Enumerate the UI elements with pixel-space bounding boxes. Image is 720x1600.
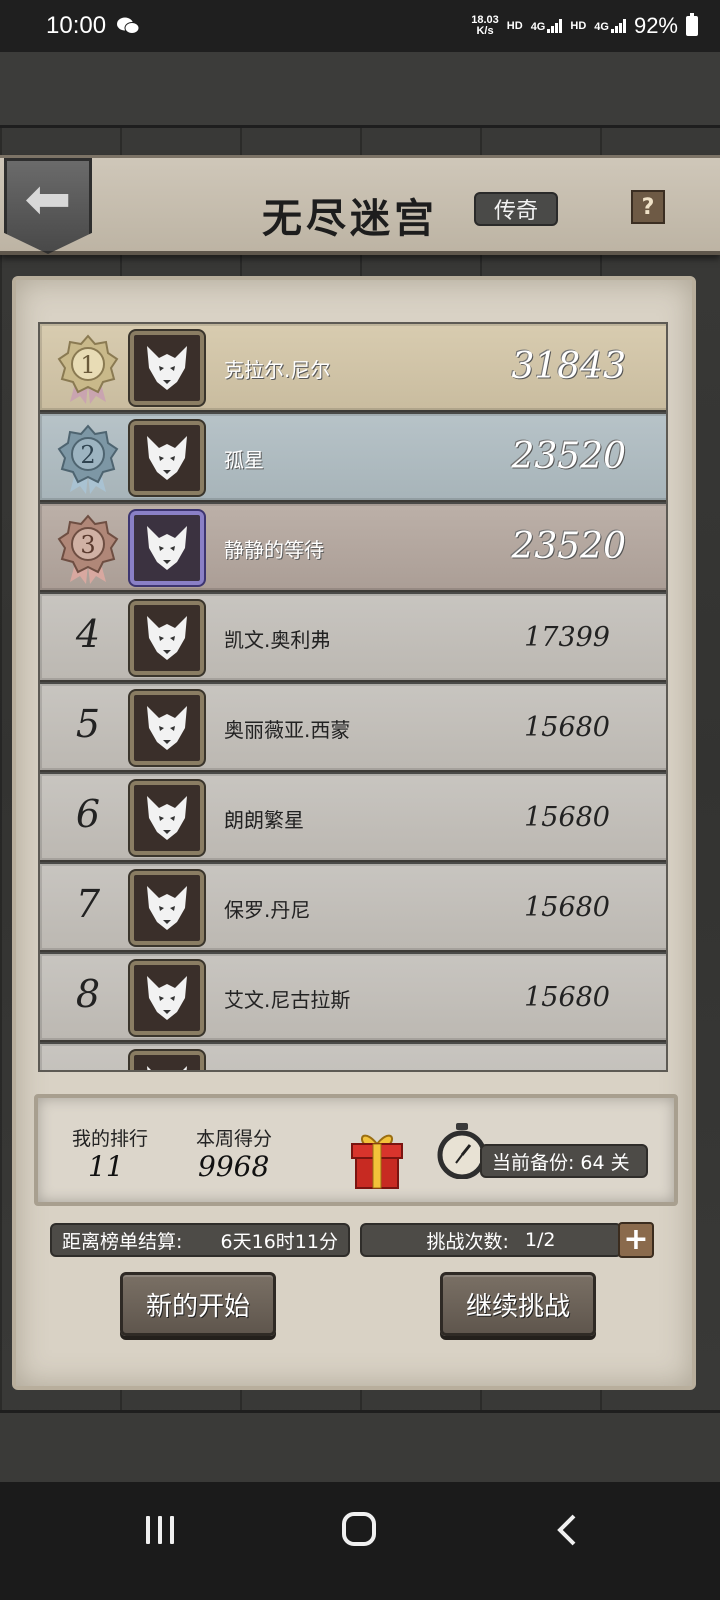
avatar[interactable]: [130, 331, 204, 405]
avatar[interactable]: [130, 421, 204, 495]
svg-text:2: 2: [80, 441, 95, 469]
leaderboard-row[interactable]: 6 朗朗繁星 15680: [40, 774, 666, 862]
wolf-icon: [147, 976, 187, 1020]
player-score: 15680: [524, 712, 610, 743]
wolf-icon: [147, 436, 187, 480]
weekly-score-label: 本周得分: [196, 1128, 273, 1150]
avatar[interactable]: [130, 691, 204, 765]
avatar[interactable]: [130, 1051, 204, 1070]
hd-indicator-2: HD: [570, 20, 587, 32]
signal-icon: 4G: [531, 19, 563, 33]
player-name: 克拉尔.尼尔: [224, 358, 331, 382]
player-score: 15680: [524, 892, 610, 923]
player-score: 15680: [524, 802, 610, 833]
settlement-countdown: 距离榜单结算: 6天16时11分: [50, 1223, 350, 1257]
countdown-value: 6天16时11分: [220, 1230, 338, 1253]
backup-value: 64 关: [580, 1151, 630, 1174]
new-start-button[interactable]: 新的开始: [120, 1272, 276, 1336]
my-rank-value: 11: [88, 1150, 124, 1183]
avatar[interactable]: [130, 871, 204, 945]
avatar[interactable]: [130, 961, 204, 1035]
tries-label: 挑战次数:: [426, 1230, 509, 1253]
difficulty-badge[interactable]: 传奇: [474, 192, 558, 226]
bronze-medal-icon: 3: [57, 514, 119, 584]
player-name: 朗朗繁星: [224, 808, 304, 832]
nav-back-icon[interactable]: [548, 1510, 588, 1550]
add-tries-button[interactable]: +: [618, 1222, 654, 1258]
avatar[interactable]: [130, 601, 204, 675]
battery-percent: 92%: [633, 13, 678, 38]
bottom-plank: [0, 1410, 720, 1482]
leaderboard-row[interactable]: 5 奥丽薇亚.西蒙 15680: [40, 684, 666, 772]
status-time: 10:00: [46, 12, 107, 39]
player-name: 孤星: [224, 448, 264, 472]
backup-label: 当前备份:: [492, 1151, 575, 1174]
player-score: 31843: [511, 346, 626, 387]
status-bar: 10:00 18.03 K/s HD 4G HD 4G 92%: [0, 0, 720, 52]
status-icons: 18.03 K/s HD 4G HD 4G 92%: [471, 13, 698, 39]
player-name: 静静的等待: [224, 538, 324, 562]
weekly-score-value: 9968: [198, 1150, 270, 1183]
svg-text:1: 1: [80, 351, 95, 379]
wolf-icon: [147, 616, 187, 660]
gold-medal-icon: 1: [57, 334, 119, 404]
avatar[interactable]: [130, 511, 204, 585]
player-score: 23520: [511, 436, 626, 477]
signal-icon-2: 4G: [594, 19, 626, 33]
svg-text:3: 3: [80, 531, 95, 559]
home-icon[interactable]: [342, 1512, 376, 1546]
wolf-icon: [147, 526, 187, 570]
rank-number: 8: [75, 972, 101, 1016]
leaderboard-row[interactable]: 8 艾文.尼古拉斯 15680: [40, 954, 666, 1042]
battery-icon: [686, 13, 698, 36]
hd-indicator: HD: [506, 20, 523, 32]
challenge-count: 挑战次数: 1/2: [360, 1223, 622, 1257]
leaderboard-row[interactable]: 7 保罗.丹尼 15680: [40, 864, 666, 952]
avatar[interactable]: [130, 781, 204, 855]
player-name: 保罗.丹尼: [224, 898, 311, 922]
wolf-icon: [147, 346, 187, 390]
leaderboard-list[interactable]: 1 克拉尔.尼尔 31843 2 孤星 23520 3 静静的等待 23520 …: [38, 322, 668, 1072]
top-plank: [0, 52, 720, 128]
rank-number: 7: [75, 882, 101, 926]
help-button[interactable]: ?: [631, 190, 665, 224]
wolf-icon: [147, 796, 187, 840]
wolf-icon: [147, 886, 187, 930]
player-score: 17399: [524, 622, 610, 653]
tries-value: 1/2: [524, 1229, 556, 1251]
leaderboard-row[interactable]: 1 克拉尔.尼尔 31843: [40, 324, 666, 412]
countdown-label: 距离榜单结算:: [62, 1230, 183, 1253]
player-score: 15680: [524, 982, 610, 1013]
rank-number: 5: [75, 702, 101, 746]
player-name: 奥丽薇亚.西蒙: [224, 718, 351, 742]
player-score: 23520: [511, 526, 626, 567]
leaderboard-row[interactable]: 2 孤星 23520: [40, 414, 666, 502]
wechat-icon: [117, 17, 140, 34]
wolf-icon: [147, 1066, 187, 1070]
rank-number: 6: [75, 792, 101, 836]
leaderboard-row[interactable]: 4 凯文.奥利弗 17399: [40, 594, 666, 682]
leaderboard-row[interactable]: [40, 1044, 666, 1070]
leaderboard-row[interactable]: 3 静静的等待 23520: [40, 504, 666, 592]
recent-apps-icon[interactable]: [146, 1516, 174, 1544]
current-backup-display: 当前备份: 64 关: [480, 1144, 648, 1178]
gift-box-icon[interactable]: [348, 1126, 406, 1190]
page-title: 无尽迷宫: [262, 195, 438, 242]
player-name: 艾文.尼古拉斯: [224, 988, 351, 1012]
continue-challenge-button[interactable]: 继续挑战: [440, 1272, 596, 1336]
back-arrow-icon: ⬅: [24, 166, 72, 232]
my-rank-label: 我的排行: [72, 1128, 149, 1150]
wolf-icon: [147, 706, 187, 750]
net-speed: 18.03 K/s: [471, 14, 499, 37]
player-name: 凯文.奥利弗: [224, 628, 331, 652]
silver-medal-icon: 2: [57, 424, 119, 494]
rank-number: 4: [75, 612, 101, 656]
